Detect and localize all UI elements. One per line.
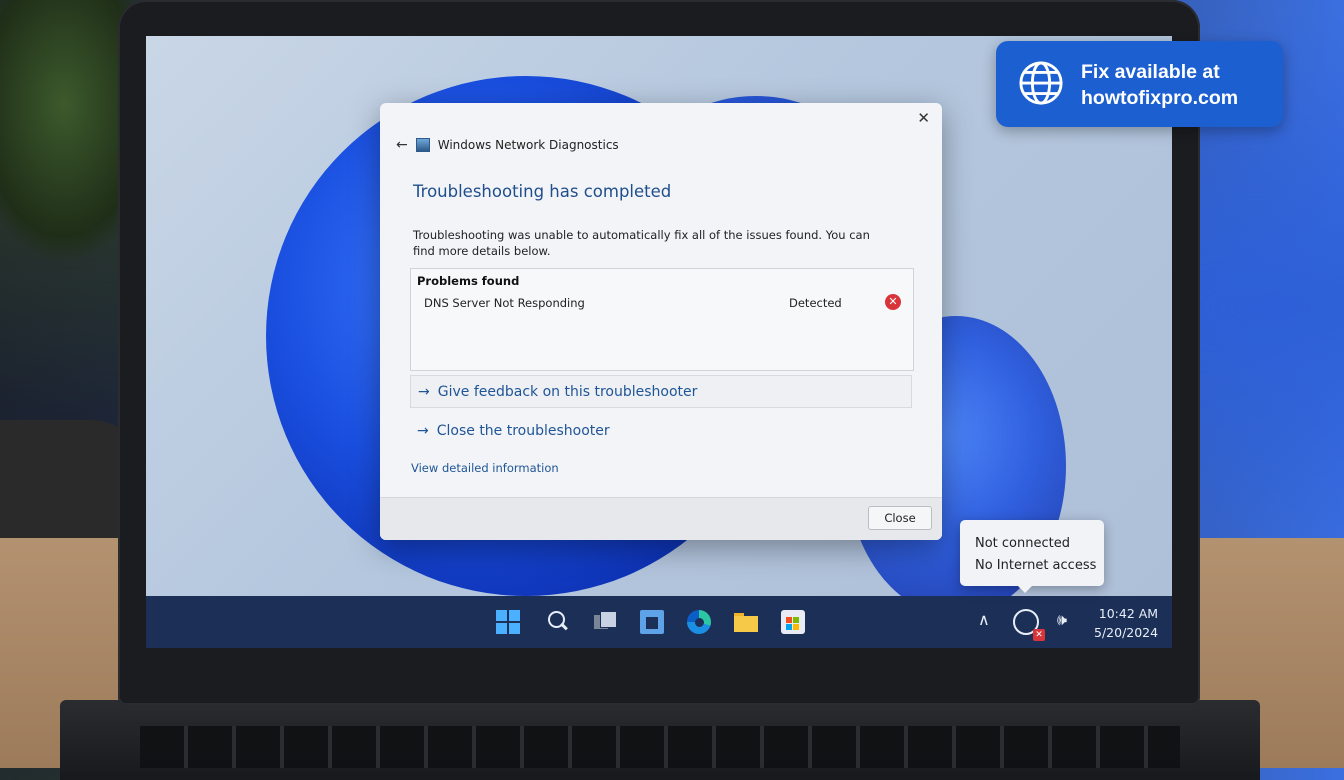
promo-line-2: howtofixpro.com <box>1081 87 1239 109</box>
taskbar: ∧ ✕ 🕪 10:42 AM 5/20/2024 <box>146 596 1172 648</box>
back-arrow-icon[interactable]: ← <box>396 137 408 153</box>
system-clock[interactable]: 10:42 AM 5/20/2024 <box>1094 604 1158 642</box>
tooltip-line-internet: No Internet access <box>975 558 1097 573</box>
close-troubleshooter-label: Close the troubleshooter <box>436 422 610 439</box>
app-icon[interactable] <box>640 610 664 634</box>
feedback-link[interactable]: → Give feedback on this troubleshooter <box>410 375 912 408</box>
error-icon: ✕ <box>885 294 901 310</box>
feedback-link-label: Give feedback on this troubleshooter <box>437 383 698 400</box>
promo-badge: Fix available at howtofixpro.com <box>996 41 1283 127</box>
tooltip-line-connection: Not connected <box>975 536 1070 551</box>
store-icon[interactable] <box>781 610 805 634</box>
problem-name: DNS Server Not Responding <box>424 296 585 310</box>
window-title: Windows Network Diagnostics <box>437 138 619 152</box>
promo-line-1: Fix available at <box>1081 61 1220 83</box>
volume-icon[interactable]: 🕪 <box>1057 610 1067 630</box>
network-disconnected-icon[interactable]: ✕ <box>1013 609 1045 641</box>
close-troubleshooter-link[interactable]: → Close the troubleshooter <box>410 414 912 447</box>
arrow-right-icon: → <box>417 422 429 439</box>
search-icon[interactable] <box>546 610 570 634</box>
promo-text: Fix available at howtofixpro.com <box>1081 59 1238 111</box>
view-details-link[interactable]: View detailed information <box>411 461 559 475</box>
laptop-keyboard <box>140 726 1180 768</box>
clock-time: 10:42 AM <box>1098 606 1159 621</box>
chevron-up-icon[interactable]: ∧ <box>978 610 990 629</box>
dialog-message: Troubleshooting was unable to automatica… <box>413 228 870 258</box>
problems-header: Problems found <box>417 274 520 288</box>
globe-icon <box>1019 61 1063 105</box>
network-status-tooltip: Not connected No Internet access <box>960 520 1104 586</box>
network-diagnostics-icon <box>415 138 430 152</box>
dialog-header: ← Windows Network Diagnostics <box>396 137 619 153</box>
file-explorer-icon[interactable] <box>734 610 758 634</box>
close-button[interactable]: Close <box>868 506 932 530</box>
clock-date: 5/20/2024 <box>1094 625 1159 640</box>
problem-status: Detected <box>789 296 842 310</box>
network-diagnostics-dialog: ✕ ← Windows Network Diagnostics Troubles… <box>380 103 942 540</box>
dialog-footer: Close <box>380 497 942 540</box>
tooltip-tail <box>1016 584 1034 593</box>
arrow-right-icon: → <box>418 383 430 400</box>
edge-icon[interactable] <box>687 610 711 634</box>
problems-panel: Problems found DNS Server Not Responding… <box>410 268 914 371</box>
dialog-heading: Troubleshooting has completed <box>413 182 672 201</box>
task-view-icon[interactable] <box>593 610 617 634</box>
close-icon[interactable]: ✕ <box>917 109 930 127</box>
start-icon[interactable] <box>496 610 520 634</box>
